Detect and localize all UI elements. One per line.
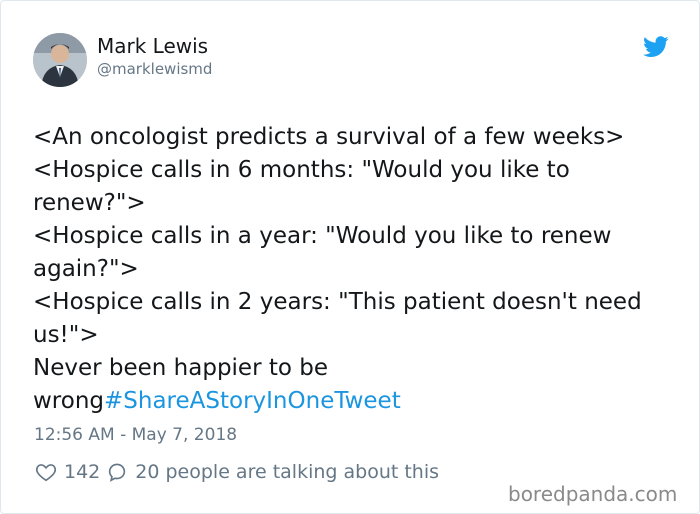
profile-photo-icon [33,33,87,87]
tweet-line: <Hospice calls in 6 months: "Would you l… [33,157,570,183]
likes-count: 142 [64,461,101,483]
tweet-line: <Hospice calls in a year: "Would you lik… [33,223,612,249]
tweet-timestamp[interactable]: 12:56 AM - May 7, 2018 [34,424,237,446]
tweet-line: <Hospice calls in 2 years: "This patient… [33,289,642,315]
tweet-line: <An oncologist predicts a survival of a … [33,124,625,150]
tweet-last-line: wrong#ShareAStoryInOneTweet [33,385,673,418]
talking-about-text[interactable]: 20 people are talking about this [135,459,439,485]
speech-bubble-icon[interactable] [106,461,128,483]
tweet-card: Mark Lewis @marklewismd <An oncologist p… [0,0,700,514]
avatar[interactable] [33,33,87,87]
watermark: boredpanda.com [508,482,678,506]
tweet-line: renew?"> [33,190,146,216]
author-handle[interactable]: @marklewismd [97,59,212,79]
engagement-bar: 142 20 people are talking about this [35,459,439,485]
heart-icon[interactable] [35,461,57,483]
twitter-bird-icon[interactable] [643,36,669,58]
hashtag-link[interactable]: #ShareAStoryInOneTweet [104,388,401,414]
tweet-line: Never been happier to be [33,355,329,381]
author-display-name[interactable]: Mark Lewis [97,34,208,58]
tweet-line: us!"> [33,322,99,348]
tweet-text: <An oncologist predicts a survival of a … [33,121,673,418]
tweet-last-line-text: wrong [33,388,105,414]
tweet-line: again?"> [33,256,139,282]
